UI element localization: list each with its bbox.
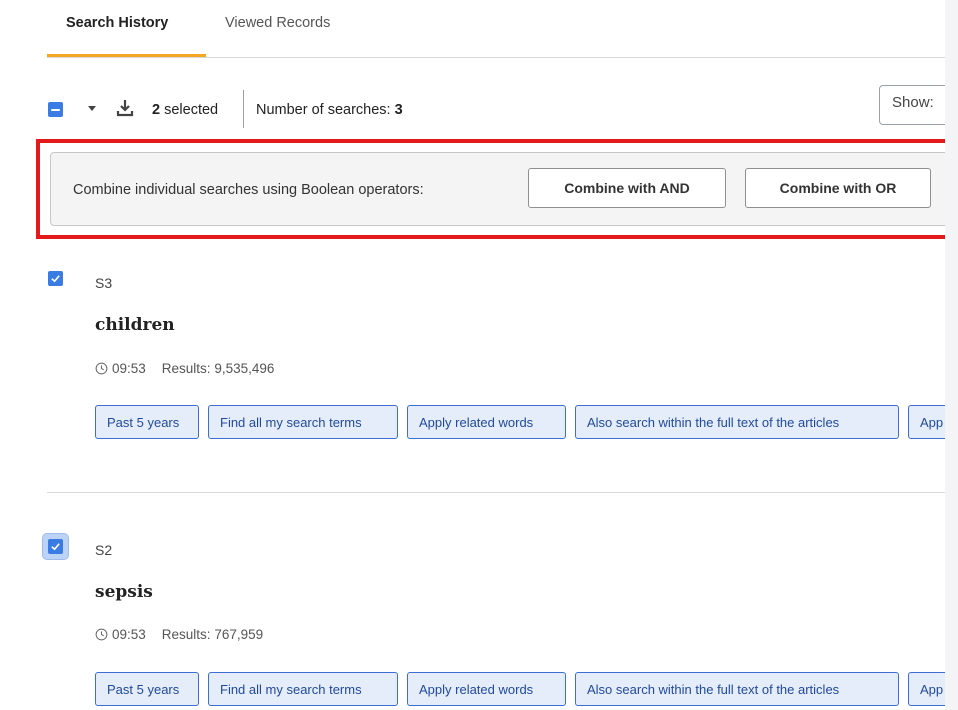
- search-results-count: Results: 9,535,496: [161, 361, 275, 376]
- select-all-checkbox[interactable]: [48, 102, 63, 117]
- tab-viewed-records[interactable]: Viewed Records: [225, 15, 330, 31]
- filter-chip[interactable]: Past 5 years: [95, 405, 199, 439]
- selected-count-number: 2: [152, 102, 161, 118]
- show-select[interactable]: Show:: [879, 85, 945, 125]
- search-id: S2: [95, 542, 113, 558]
- entry-checkbox-s3[interactable]: [48, 271, 63, 286]
- entry-checkbox-s2[interactable]: [48, 539, 63, 554]
- filter-chip[interactable]: Find all my search terms: [208, 672, 398, 706]
- search-meta: 09:53 Results: 9,535,496: [95, 361, 274, 376]
- filter-chip[interactable]: App: [908, 672, 945, 706]
- filter-chip[interactable]: Also search within the full text of the …: [575, 405, 899, 439]
- filter-chip[interactable]: App: [908, 405, 945, 439]
- highlight-frame: [36, 139, 945, 239]
- filter-chip[interactable]: Past 5 years: [95, 672, 199, 706]
- number-of-searches-label: Number of searches:: [256, 102, 395, 118]
- search-time: 09:53: [112, 627, 146, 642]
- selected-count-suffix: selected: [160, 102, 219, 118]
- number-of-searches-value: 3: [394, 102, 403, 118]
- filter-chip[interactable]: Also search within the full text of the …: [575, 672, 899, 706]
- filter-chip[interactable]: Apply related words: [407, 405, 566, 439]
- clock-icon: [95, 628, 108, 641]
- checkmark-icon: [51, 543, 60, 551]
- search-term[interactable]: children: [95, 315, 175, 335]
- tab-divider: [47, 57, 945, 58]
- selected-count: 2 selected: [152, 102, 218, 118]
- partial-check-mark: [51, 108, 60, 111]
- checkmark-icon: [51, 275, 60, 283]
- toolbar-divider: [243, 90, 244, 128]
- download-icon[interactable]: [115, 98, 135, 118]
- filter-chip[interactable]: Find all my search terms: [208, 405, 398, 439]
- entry-divider: [47, 492, 945, 493]
- search-term[interactable]: sepsis: [95, 582, 153, 602]
- search-history-panel: Search History Viewed Records 2 selected…: [0, 0, 945, 710]
- search-id: S3: [95, 275, 113, 291]
- number-of-searches: Number of searches: 3: [256, 102, 403, 118]
- tab-search-history[interactable]: Search History: [66, 15, 168, 31]
- clock-icon: [95, 362, 108, 375]
- search-time: 09:53: [112, 361, 146, 376]
- search-meta: 09:53 Results: 767,959: [95, 627, 263, 642]
- filter-chip[interactable]: Apply related words: [407, 672, 566, 706]
- chevron-down-icon[interactable]: [88, 106, 96, 111]
- search-results-count: Results: 767,959: [161, 627, 264, 642]
